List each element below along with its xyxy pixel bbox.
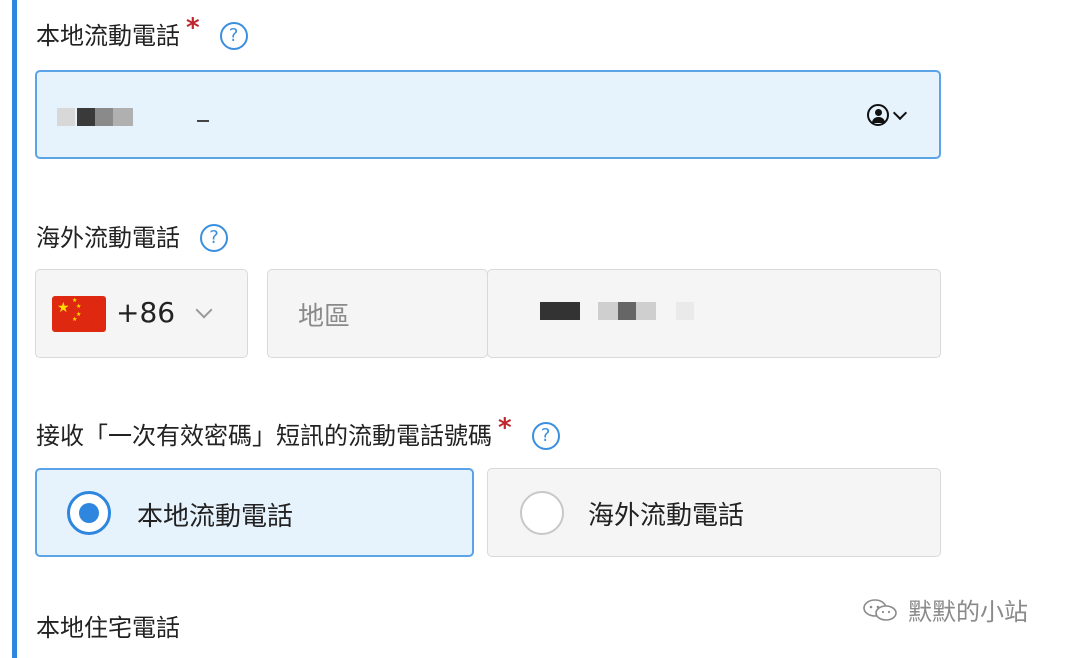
chevron-down-icon[interactable] (195, 301, 213, 319)
required-mark: * (186, 13, 200, 43)
radio-label: 本地流動電話 (137, 502, 294, 532)
local-home-label-row: 本地住宅電話 (36, 612, 180, 644)
otp-receiver-label-row: 接收「一次有效密碼」短訊的流動電話號碼 * ? (36, 413, 560, 452)
otp-receiver-label: 接收「一次有效密碼」短訊的流動電話號碼 (36, 422, 492, 450)
masked-value (598, 302, 618, 320)
required-mark: * (498, 413, 512, 443)
masked-value (540, 302, 580, 320)
masked-value (57, 108, 75, 126)
country-code-select[interactable]: ★ ★ ★ ★ ★ +86 (35, 269, 248, 358)
radio-unchecked-icon[interactable] (520, 491, 564, 535)
local-mobile-label-row: 本地流動電話 * ? (36, 13, 248, 52)
masked-value (676, 302, 694, 320)
form-section-accent-bar (12, 0, 17, 658)
chevron-down-icon[interactable] (892, 105, 908, 121)
overseas-mobile-label: 海外流動電話 (36, 224, 180, 252)
masked-value (77, 108, 95, 126)
overseas-mobile-label-row: 海外流動電話 ? (36, 222, 228, 254)
masked-value (95, 108, 113, 126)
watermark-text: 默默的小站 (908, 598, 1028, 626)
china-flag-icon: ★ ★ ★ ★ ★ (52, 296, 106, 332)
radio-option-local-mobile[interactable]: 本地流動電話 (35, 468, 474, 557)
local-mobile-input[interactable] (35, 70, 941, 159)
text-cursor (197, 120, 209, 122)
region-input[interactable]: 地區 (267, 269, 488, 358)
country-code: +86 (116, 296, 176, 329)
radio-label: 海外流動電話 (588, 501, 745, 531)
help-icon[interactable]: ? (200, 224, 228, 252)
masked-value (113, 108, 133, 126)
help-icon[interactable]: ? (219, 22, 248, 50)
radio-option-overseas-mobile[interactable]: 海外流動電話 (487, 468, 941, 557)
radio-checked-icon[interactable] (67, 491, 111, 535)
masked-value (636, 302, 656, 320)
contact-icon[interactable] (867, 104, 889, 126)
local-mobile-label: 本地流動電話 (36, 22, 180, 50)
overseas-number-input[interactable] (487, 269, 941, 358)
watermark: 默默的小站 (862, 592, 1028, 627)
region-placeholder: 地區 (298, 302, 351, 332)
wechat-icon (863, 598, 897, 621)
help-icon[interactable]: ? (531, 422, 560, 450)
masked-value (618, 302, 636, 320)
local-home-label: 本地住宅電話 (36, 614, 180, 642)
